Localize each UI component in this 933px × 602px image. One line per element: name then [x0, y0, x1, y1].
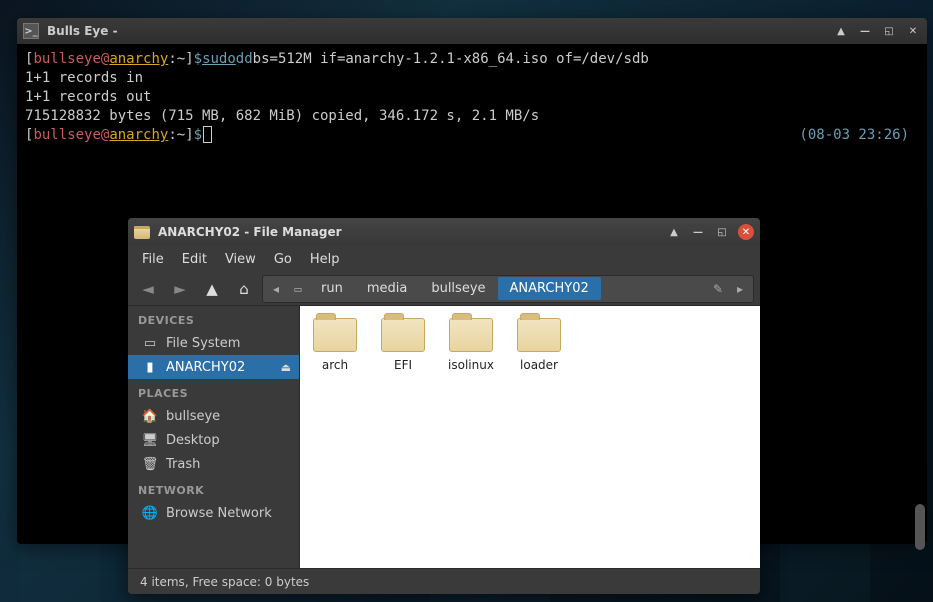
file-manager-titlebar[interactable]: ANARCHY02 - File Manager ▲ — ◱ ✕ [128, 218, 760, 246]
sidebar-item-label: ANARCHY02 [166, 360, 245, 375]
home-icon[interactable]: ⌂ [230, 276, 258, 302]
scrollbar-thumb[interactable] [915, 504, 925, 550]
cursor [203, 126, 212, 143]
sidebar-header-devices: DEVICES [128, 306, 299, 331]
home-icon: 🏠 [142, 408, 158, 424]
statusbar: 4 items, Free space: 0 bytes [128, 568, 760, 594]
trash-icon: 🗑 [142, 456, 158, 472]
path-segment-volume[interactable]: ANARCHY02 [498, 277, 601, 300]
sidebar: DEVICES ▭ File System ▮ ANARCHY02 ⏏ PLAC… [128, 306, 300, 568]
folder-isolinux[interactable]: isolinux [444, 318, 498, 372]
sidebar-header-places: PLACES [128, 379, 299, 404]
path-edit-icon[interactable]: ✎ [707, 282, 729, 296]
forward-icon[interactable]: ► [166, 276, 194, 302]
folder-label: isolinux [444, 358, 498, 372]
sidebar-header-network: NETWORK [128, 476, 299, 501]
folder-icon [313, 318, 357, 352]
file-manager-title: ANARCHY02 - File Manager [158, 225, 342, 239]
folder-icon [134, 226, 150, 239]
close-icon[interactable]: ✕ [738, 224, 754, 240]
up-button-icon[interactable]: ▲ [833, 23, 849, 39]
maximize-icon[interactable]: ◱ [881, 23, 897, 39]
folder-icon [381, 318, 425, 352]
path-segment-user[interactable]: bullseye [419, 277, 497, 300]
sidebar-item-desktop[interactable]: 🖥 Desktop [128, 428, 299, 452]
sidebar-item-home[interactable]: 🏠 bullseye [128, 404, 299, 428]
minimize-icon[interactable]: — [857, 23, 873, 39]
file-manager-window: ANARCHY02 - File Manager ▲ — ◱ ✕ File Ed… [128, 218, 760, 594]
minimize-icon[interactable]: — [690, 224, 706, 240]
toolbar: ◄ ► ▲ ⌂ ◂ ▭ run media bullseye ANARCHY02… [128, 272, 760, 306]
folder-view[interactable]: arch EFI isolinux loader [300, 306, 760, 568]
pathbar: ◂ ▭ run media bullseye ANARCHY02 ✎ ▸ [262, 275, 754, 303]
eject-icon[interactable]: ⏏ [281, 361, 291, 374]
sidebar-item-browse-network[interactable]: 🌐 Browse Network [128, 501, 299, 525]
menu-file[interactable]: File [134, 249, 172, 270]
folder-label: arch [308, 358, 362, 372]
terminal-timestamp: (08-03 23:26) [799, 126, 909, 145]
path-segment-run[interactable]: run [309, 277, 355, 300]
path-device-icon[interactable]: ▭ [287, 282, 309, 296]
drive-icon: ▭ [142, 335, 158, 351]
cmd-dd: dd [236, 50, 253, 69]
prompt-host: anarchy [109, 50, 168, 69]
path-segment-media[interactable]: media [355, 277, 420, 300]
menu-view[interactable]: View [217, 249, 264, 270]
up-icon[interactable]: ▲ [198, 276, 226, 302]
cmd-args: bs=512M if=anarchy-1.2.1-x86_64.iso of=/… [253, 50, 649, 69]
folder-efi[interactable]: EFI [376, 318, 430, 372]
scrollbar[interactable] [915, 44, 925, 544]
maximize-icon[interactable]: ◱ [714, 224, 730, 240]
status-text: 4 items, Free space: 0 bytes [140, 575, 309, 589]
sidebar-item-trash[interactable]: 🗑 Trash [128, 452, 299, 476]
terminal-output-line: 1+1 records in [25, 69, 919, 88]
sidebar-item-label: Trash [166, 457, 200, 472]
sidebar-item-label: Browse Network [166, 506, 272, 521]
path-forward-icon[interactable]: ▸ [729, 282, 751, 296]
folder-loader[interactable]: loader [512, 318, 566, 372]
sidebar-item-label: File System [166, 336, 240, 351]
usb-icon: ▮ [142, 359, 158, 375]
close-icon[interactable]: ✕ [905, 23, 921, 39]
menu-go[interactable]: Go [266, 249, 300, 270]
desktop-icon: 🖥 [142, 432, 158, 448]
terminal-titlebar[interactable]: >_ Bulls Eye - ▲ — ◱ ✕ [17, 18, 927, 44]
sidebar-item-filesystem[interactable]: ▭ File System [128, 331, 299, 355]
folder-icon [517, 318, 561, 352]
sidebar-item-label: Desktop [166, 433, 220, 448]
up-button-icon[interactable]: ▲ [666, 224, 682, 240]
menu-edit[interactable]: Edit [174, 249, 215, 270]
terminal-output-line: 715128832 bytes (715 MB, 682 MiB) copied… [25, 107, 919, 126]
sidebar-item-label: bullseye [166, 409, 220, 424]
prompt-path: ~ [177, 50, 185, 69]
folder-label: EFI [376, 358, 430, 372]
terminal-title: Bulls Eye - [47, 24, 118, 38]
terminal-icon: >_ [23, 23, 39, 39]
cmd-sudo: sudo [202, 50, 236, 69]
folder-arch[interactable]: arch [308, 318, 362, 372]
network-icon: 🌐 [142, 505, 158, 521]
sidebar-item-anarchy02[interactable]: ▮ ANARCHY02 ⏏ [128, 355, 299, 379]
back-icon[interactable]: ◄ [134, 276, 162, 302]
menu-help[interactable]: Help [302, 249, 348, 270]
folder-label: loader [512, 358, 566, 372]
menubar: File Edit View Go Help [128, 246, 760, 272]
path-back-icon[interactable]: ◂ [265, 282, 287, 296]
folder-icon [449, 318, 493, 352]
prompt-user: bullseye [33, 50, 100, 69]
terminal-output-line: 1+1 records out [25, 88, 919, 107]
